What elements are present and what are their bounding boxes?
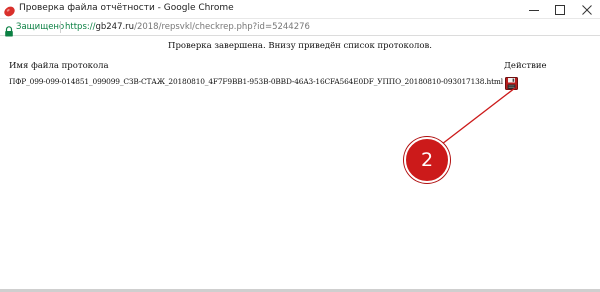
url-host: gb247.ru: [95, 22, 135, 32]
status-message: Проверка завершена. Внизу приведён списо…: [168, 41, 432, 51]
minimize-icon: [529, 9, 539, 11]
url-path: /2018/repsvkl/checkrep.php?id=5244276: [134, 22, 310, 32]
address-bar[interactable]: Защищено https://gb247.ru/2018/repsvkl/c…: [0, 19, 600, 37]
floppy-disk-save-icon[interactable]: [505, 75, 518, 90]
protocol-row: ПФР_099-099-014851_099099_СЗВ-СТАЖ_20180…: [9, 75, 549, 90]
close-icon: [581, 4, 592, 15]
maximize-button[interactable]: [547, 0, 573, 19]
app-icon: [3, 3, 16, 17]
column-header-file-name: Имя файла протокола: [9, 61, 109, 71]
window-titlebar: Проверка файла отчётности - Google Chrom…: [0, 0, 600, 19]
lock-icon[interactable]: [4, 22, 14, 37]
annotation-marker-label: 2: [420, 149, 434, 171]
protocol-file-name: ПФР_099-099-014851_099099_СЗВ-СТАЖ_20180…: [9, 77, 503, 86]
secure-label[interactable]: Защищено: [16, 22, 64, 32]
window-title: Проверка файла отчётности - Google Chrom…: [19, 3, 234, 13]
minimize-button[interactable]: [521, 0, 547, 19]
page-content: Проверка завершена. Внизу приведён списо…: [0, 37, 600, 292]
maximize-icon: [555, 4, 565, 15]
url-scheme: https://: [65, 22, 96, 32]
annotation-marker: 2: [404, 137, 450, 183]
close-button[interactable]: [573, 0, 600, 19]
column-header-action: Действие: [504, 61, 547, 71]
url-divider: [60, 21, 61, 33]
url-text[interactable]: https://gb247.ru/2018/repsvkl/checkrep.p…: [65, 22, 310, 32]
